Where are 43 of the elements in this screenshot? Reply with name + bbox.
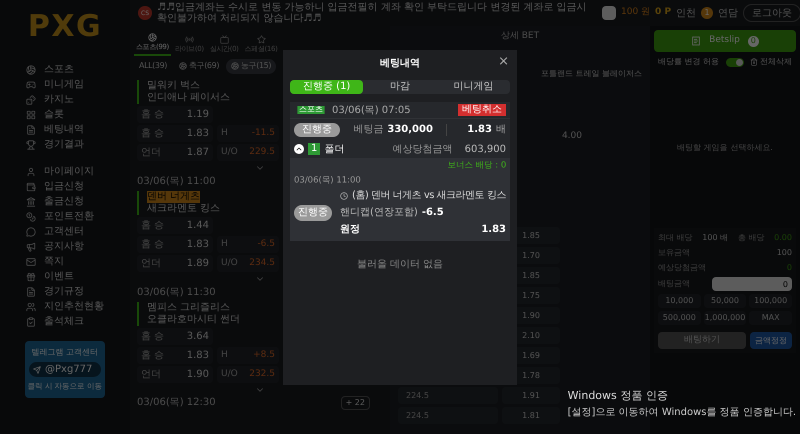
match-title: (홈) 덴버 너게츠 vs 새크라멘토 킹스: [352, 189, 506, 203]
user-name: 인천: [676, 6, 696, 20]
game-date: 03/06(목) 12:30: [137, 396, 216, 410]
stat-value: 100: [776, 247, 792, 259]
team-name: 오클라호마시티 썬더: [147, 314, 240, 326]
team-name: 인디애나 페이서스: [147, 92, 230, 104]
odds-value: 4.00: [562, 130, 582, 142]
pick-date: 03/06(목) 11:00: [294, 174, 361, 187]
stake-amount: 330,000: [387, 123, 433, 137]
folder-count: 1: [308, 143, 320, 155]
category-badge: 스포츠: [297, 106, 325, 114]
stat-value: 100 배: [702, 232, 728, 244]
game-date: 03/06(목) 11:30: [137, 286, 216, 300]
detail-title: 상세 BET: [500, 30, 540, 43]
status-pill: 진행중: [294, 204, 332, 220]
empty-message: 불러올 데이터 없음: [356, 258, 444, 272]
activation-text: [설정]으로 이동하여 Windows를 정품 인증합니다.: [568, 406, 796, 420]
team-name: 밀워키 벅스: [147, 80, 200, 92]
bet-time: 03/06(목) 07:05: [332, 104, 412, 118]
status-pill: 진행중: [294, 122, 340, 136]
notice-text: ♬♬입금계좌는 수시로 변동 가능하니 입금전필히 계좌 확인 부탁드립니다 변경된 계좌로 입금시 확인불가하여 처리되지 않습니다♬♬: [157, 2, 588, 24]
empty-message: 배팅할 게임을 선택하세요.: [677, 142, 773, 154]
expected-win-amount: 603,900: [464, 142, 506, 156]
odds-unit: 배: [496, 123, 506, 137]
bonus-odds: 보너스 배당 : 0: [447, 160, 506, 172]
expected-win-label: 예상당첨금액: [392, 142, 453, 156]
total-odds: 1.83: [467, 123, 492, 137]
toggle-label: 배당률 변경 허용: [658, 56, 720, 68]
folder-label: 폴더: [324, 142, 344, 156]
team-name: 새크라멘토 킹스: [147, 203, 220, 215]
stake-label: 베팅금: [353, 123, 384, 137]
team-name: 포틀랜드 트레일 블레이저스: [540, 68, 642, 80]
level-badge: 1: [701, 7, 714, 19]
pick-selection: 원정: [340, 223, 360, 237]
market-line: -6.5: [422, 206, 444, 220]
modal-title: 베팅내역: [380, 56, 420, 70]
team-name: 멤피스 그리즐리스: [147, 302, 230, 314]
activation-title: Windows 정품 인증: [568, 388, 668, 404]
market-name: 핸디캡(연장포함): [340, 206, 418, 220]
team-name: 덴버 너게츠: [147, 191, 200, 203]
game-date: 03/06(목) 11:00: [137, 175, 216, 189]
telegram-title: 텔레그램 고객센터: [32, 347, 98, 358]
grade-text: 연담: [718, 6, 738, 20]
